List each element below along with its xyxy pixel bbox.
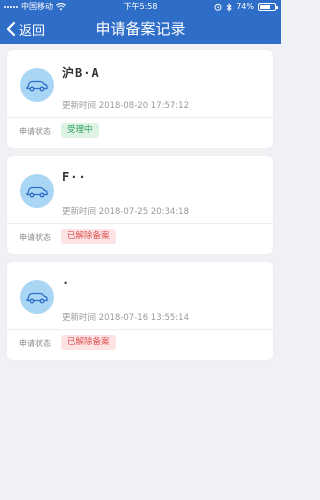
- plate-number: F··: [62, 170, 87, 184]
- plate-number: 沪B·A: [62, 66, 100, 80]
- battery-fill: [260, 5, 271, 9]
- update-time: 更新时间 2018-07-16 13:55:14: [62, 313, 189, 323]
- bluetooth-icon: [226, 2, 232, 12]
- car-avatar: [20, 68, 54, 102]
- battery-icon: [258, 3, 278, 11]
- alarm-icon: [214, 3, 222, 11]
- status-badge: 已解除备案: [61, 229, 116, 244]
- back-button[interactable]: 返回: [6, 16, 45, 42]
- record-card[interactable]: F·· 更新时间 2018-07-25 20:34:18 申请状态 已解除备案: [7, 156, 273, 254]
- status-badge: 受理中: [61, 123, 99, 138]
- record-card[interactable]: 沪B·A 更新时间 2018-08-20 17:57:12 申请状态 受理中: [7, 50, 273, 148]
- status-bar-right: 74%: [214, 0, 278, 14]
- car-avatar: [20, 280, 54, 314]
- card-divider: [7, 329, 273, 330]
- plate-number: ·: [62, 276, 71, 290]
- record-card[interactable]: · 更新时间 2018-07-16 13:55:14 申请状态 已解除备案: [7, 262, 273, 360]
- car-icon: [26, 292, 48, 303]
- battery-percent: 74%: [236, 2, 254, 11]
- card-divider: [7, 223, 273, 224]
- update-time: 更新时间 2018-08-20 17:57:12: [62, 101, 189, 111]
- back-label: 返回: [19, 23, 46, 39]
- nav-bar: 申请备案记录 返回: [0, 14, 281, 44]
- car-avatar: [20, 174, 54, 208]
- status-label: 申请状态: [19, 233, 51, 242]
- status-badge: 已解除备案: [61, 335, 116, 350]
- card-divider: [7, 117, 273, 118]
- status-label: 申请状态: [19, 339, 51, 348]
- chevron-left-icon: [6, 21, 16, 37]
- car-icon: [26, 80, 48, 91]
- app-header: 中国移动 下午5:58 74% 申请备案记录 返回: [0, 0, 281, 44]
- status-label: 申请状态: [19, 127, 51, 136]
- car-icon: [26, 186, 48, 197]
- status-bar: 中国移动 下午5:58 74%: [0, 0, 281, 14]
- update-time: 更新时间 2018-07-25 20:34:18: [62, 207, 189, 217]
